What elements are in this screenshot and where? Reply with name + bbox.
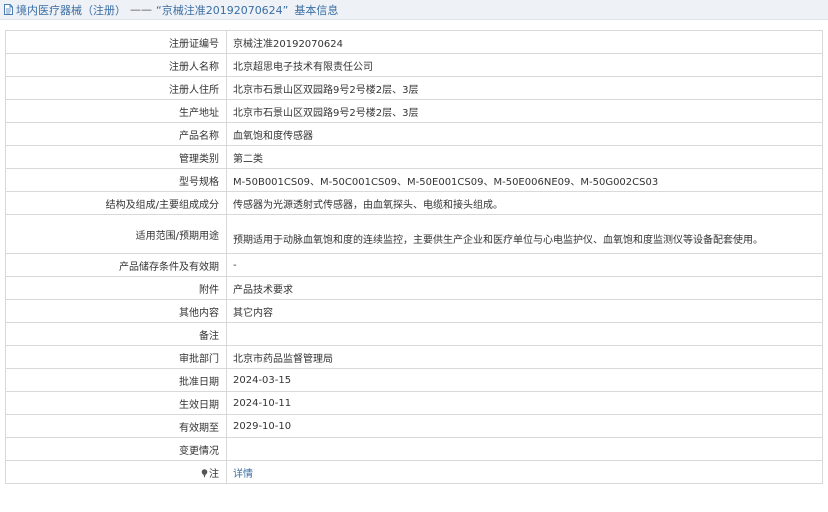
table-row: 生效日期 2024-10-11 [5,391,823,415]
table-row: 变更情况 [5,437,823,461]
note-label-text: 注 [209,468,219,480]
row-label-approval-dept: 审批部门 [5,345,227,369]
row-value-other: 其它内容 [226,299,823,323]
table-row: 生产地址 北京市石景山区双园路9号2号楼2层、3层 [5,99,823,123]
row-label-remarks: 备注 [5,322,227,346]
table-row: 备注 [5,322,823,346]
row-label-effective-date: 生效日期 [5,391,227,415]
table-row: 审批部门 北京市药品监督管理局 [5,345,823,369]
table-row: 附件 产品技术要求 [5,276,823,300]
row-label-changes: 变更情况 [5,437,227,461]
row-value-production-address: 北京市石景山区双园路9号2号楼2层、3层 [226,99,823,123]
row-label-attachment: 附件 [5,276,227,300]
row-label-management-class: 管理类别 [5,145,227,169]
row-value-note: 详情 [226,460,823,484]
row-value-approval-date: 2024-03-15 [226,368,823,392]
row-value-changes [226,437,823,461]
row-value-valid-until: 2029-10-10 [226,414,823,438]
category-link[interactable]: 境内医疗器械（注册） [16,2,126,18]
header-suffix: 基本信息 [294,3,339,17]
table-row: 结构及组成/主要组成成分 传感器为光源透射式传感器，由血氧探头、电缆和接头组成。 [5,191,823,215]
table-row: 产品储存条件及有效期 - [5,253,823,277]
row-label-structure: 结构及组成/主要组成成分 [5,191,227,215]
row-value-structure: 传感器为光源透射式传感器，由血氧探头、电缆和接头组成。 [226,191,823,215]
row-value-reg-number: 京械注准20192070624 [226,30,823,54]
page-header: 境内医疗器械（注册） —— “京械注准20192070624” 基本信息 [0,0,828,20]
table-row: 有效期至 2029-10-10 [5,414,823,438]
row-label-approval-date: 批准日期 [5,368,227,392]
row-label-note: 注 [5,460,227,484]
table-row: 注册人住所 北京市石景山区双园路9号2号楼2层、3层 [5,76,823,100]
pin-icon [201,468,208,478]
row-value-model-spec: M-50B001CS09、M-50C001CS09、M-50E001CS09、M… [226,168,823,192]
header-separator: —— [130,3,152,16]
row-value-intended-use: 预期适用于动脉血氧饱和度的连续监控，主要供生产企业和医疗单位与心电监护仪、血氧饱… [226,214,823,254]
row-value-storage: - [226,253,823,277]
row-value-remarks [226,322,823,346]
row-label-other: 其他内容 [5,299,227,323]
row-value-product-name: 血氧饱和度传感器 [226,122,823,146]
table-row: 适用范围/预期用途 预期适用于动脉血氧饱和度的连续监控，主要供生产企业和医疗单位… [5,214,823,254]
table-row: 管理类别 第二类 [5,145,823,169]
registration-title: “京械注准20192070624” [156,3,289,17]
row-label-reg-number: 注册证编号 [5,30,227,54]
row-label-registrant-address: 注册人住所 [5,76,227,100]
row-label-intended-use: 适用范围/预期用途 [5,214,227,254]
row-value-registrant-address: 北京市石景山区双园路9号2号楼2层、3层 [226,76,823,100]
row-label-registrant: 注册人名称 [5,53,227,77]
row-label-production-address: 生产地址 [5,99,227,123]
row-label-valid-until: 有效期至 [5,414,227,438]
row-label-product-name: 产品名称 [5,122,227,146]
table-row: 产品名称 血氧饱和度传感器 [5,122,823,146]
row-label-storage: 产品储存条件及有效期 [5,253,227,277]
table-row: 其他内容 其它内容 [5,299,823,323]
row-value-attachment: 产品技术要求 [226,276,823,300]
details-link[interactable]: 详情 [233,469,253,480]
row-value-registrant: 北京超思电子技术有限责任公司 [226,53,823,77]
row-label-model-spec: 型号规格 [5,168,227,192]
row-value-effective-date: 2024-10-11 [226,391,823,415]
info-table: 注册证编号 京械注准20192070624 注册人名称 北京超思电子技术有限责任… [5,30,823,484]
table-row: 注册人名称 北京超思电子技术有限责任公司 [5,53,823,77]
row-value-approval-dept: 北京市药品监督管理局 [226,345,823,369]
table-row: 注册证编号 京械注准20192070624 [5,30,823,54]
table-row: 注 详情 [5,460,823,484]
table-row: 批准日期 2024-03-15 [5,368,823,392]
document-icon [4,4,13,15]
row-value-management-class: 第二类 [226,145,823,169]
table-row: 型号规格 M-50B001CS09、M-50C001CS09、M-50E001C… [5,168,823,192]
